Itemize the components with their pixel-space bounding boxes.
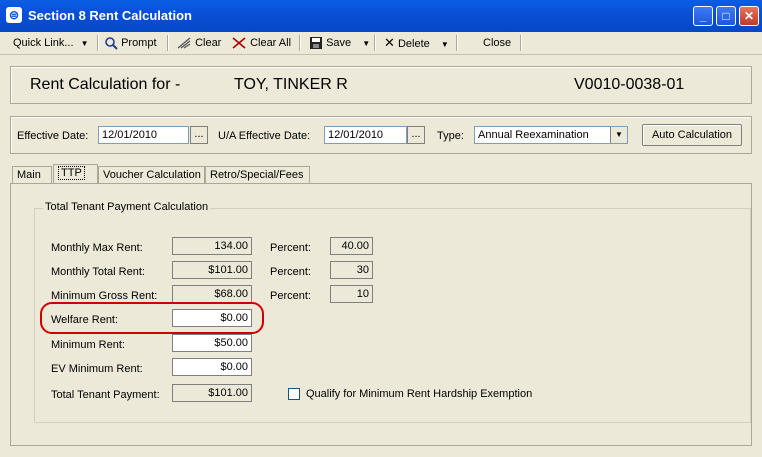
type-select[interactable]: Annual Reexamination ▼	[474, 126, 628, 144]
max-rent-percent-field: 40.00	[330, 237, 373, 255]
tab-voucher-calculation[interactable]: Voucher Calculation	[98, 166, 205, 184]
percent-label: Percent:	[270, 266, 311, 278]
voucher-id: V0010-0038-01	[574, 76, 685, 93]
quick-link-label: Quick Link...	[13, 37, 74, 49]
effective-date-label: Effective Date:	[17, 130, 89, 142]
tab-main-label: Main	[17, 169, 41, 181]
toolbar-separator	[299, 35, 301, 51]
total-tenant-payment-label: Total Tenant Payment:	[51, 389, 160, 401]
ev-minimum-rent-label: EV Minimum Rent:	[51, 363, 143, 375]
minimum-rent-field[interactable]: $50.00	[172, 334, 252, 352]
quick-link-menu[interactable]: Quick Link... ▼	[13, 35, 89, 51]
clear-all-button[interactable]: Clear All	[231, 35, 291, 51]
toolbar-separator	[374, 35, 376, 51]
gross-rent-percent-field: 10	[330, 285, 373, 303]
minimize-button[interactable]: _	[693, 6, 713, 26]
monthly-total-rent-label: Monthly Total Rent:	[51, 266, 145, 278]
toolbar: Quick Link... ▼ Prompt Clear Clear All S…	[0, 32, 762, 55]
clear-label: Clear	[195, 37, 222, 49]
clear-button[interactable]: Clear	[176, 35, 221, 51]
tab-ttp-label: TTP	[58, 166, 85, 180]
tab-ttp[interactable]: TTP	[53, 164, 98, 185]
ev-minimum-rent-field[interactable]: $0.00	[172, 358, 252, 376]
minimum-gross-rent-field: $68.00	[172, 285, 252, 303]
delete-button[interactable]: ✕ Delete ▼	[384, 35, 449, 51]
toolbar-separator	[167, 35, 169, 51]
dropdown-arrow-icon: ▼	[440, 40, 449, 49]
monthly-max-rent-field: 134.00	[172, 237, 252, 255]
type-label: Type:	[437, 130, 464, 142]
type-select-value: Annual Reexamination	[478, 129, 589, 141]
effective-date-field[interactable]: 12/01/2010	[98, 126, 189, 144]
magnifier-icon	[105, 37, 118, 50]
ttp-group-title: Total Tenant Payment Calculation	[43, 201, 211, 213]
app-icon: ⊜	[6, 7, 22, 23]
highlight-annotation	[40, 302, 264, 334]
toolbar-separator	[456, 35, 458, 51]
tab-voucher-label: Voucher Calculation	[103, 169, 201, 181]
chevron-down-icon[interactable]: ▼	[610, 127, 627, 143]
tab-main[interactable]: Main	[12, 166, 52, 184]
toolbar-separator	[520, 35, 522, 51]
clear-all-icon	[232, 37, 246, 49]
ua-effective-date-label: U/A Effective Date:	[218, 130, 311, 142]
floppy-disk-icon	[310, 37, 322, 50]
hardship-exemption-label: Qualify for Minimum Rent Hardship Exempt…	[306, 388, 533, 400]
tenant-name: TOY, TINKER R	[234, 76, 348, 93]
total-rent-percent-field: 30	[330, 261, 373, 279]
minimum-gross-rent-label: Minimum Gross Rent:	[51, 290, 158, 302]
save-label: Save	[326, 37, 352, 49]
dropdown-arrow-icon: ▼	[80, 39, 89, 48]
dropdown-arrow-icon: ▼	[362, 39, 371, 48]
monthly-total-rent-field: $101.00	[172, 261, 252, 279]
rent-calc-for-label: Rent Calculation for -	[30, 76, 181, 93]
ua-effective-date-picker-button[interactable]: ...	[407, 126, 425, 144]
prompt-button[interactable]: Prompt	[104, 35, 157, 51]
maximize-button[interactable]: □	[716, 6, 736, 26]
minimum-rent-label: Minimum Rent:	[51, 339, 125, 351]
monthly-max-rent-label: Monthly Max Rent:	[51, 242, 143, 254]
close-button[interactable]: Close	[483, 35, 511, 51]
clear-broom-icon	[177, 37, 191, 49]
rent-calc-header: Rent Calculation for - TOY, TINKER R V00…	[10, 66, 752, 104]
total-tenant-payment-field: $101.00	[172, 384, 252, 402]
title-bar: ⊜ Section 8 Rent Calculation _ □ ✕	[0, 0, 762, 32]
tab-retro-label: Retro/Special/Fees	[210, 169, 304, 181]
save-button[interactable]: Save ▼	[309, 35, 370, 51]
tab-retro-special-fees[interactable]: Retro/Special/Fees	[205, 166, 310, 184]
window-title: Section 8 Rent Calculation	[28, 8, 192, 23]
auto-calculation-button[interactable]: Auto Calculation	[642, 124, 742, 146]
hardship-exemption-checkbox[interactable]	[288, 388, 300, 400]
effective-date-picker-button[interactable]: ...	[190, 126, 208, 144]
ua-effective-date-field[interactable]: 12/01/2010	[324, 126, 407, 144]
percent-label: Percent:	[270, 290, 311, 302]
close-window-button[interactable]: ✕	[739, 6, 759, 26]
clear-all-label: Clear All	[250, 37, 292, 49]
delete-label: Delete	[397, 38, 430, 50]
percent-label: Percent:	[270, 242, 311, 254]
delete-x-icon: ✕	[384, 35, 395, 50]
prompt-label: Prompt	[121, 37, 157, 49]
toolbar-separator	[97, 35, 99, 51]
